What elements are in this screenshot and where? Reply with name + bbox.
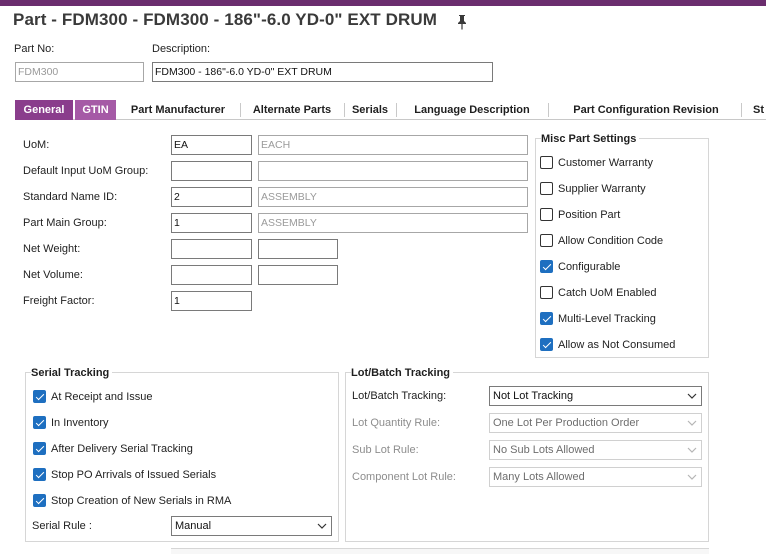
net-weight-field[interactable] <box>171 239 252 259</box>
supplier-warranty-checkbox[interactable] <box>540 182 553 195</box>
net-weight-unit-field[interactable] <box>258 239 338 259</box>
window-top-bar <box>0 0 766 6</box>
allow-as-not-consumed-checkbox[interactable] <box>540 338 553 351</box>
catch-uom-enabled-checkbox[interactable] <box>540 286 553 299</box>
page-title: Part - FDM300 - FDM300 - 186"-6.0 YD-0" … <box>13 10 437 29</box>
misc-part-settings-title: Misc Part Settings <box>541 133 640 145</box>
description-field[interactable]: FDM300 - 186"-6.0 YD-0" EXT DRUM <box>152 62 493 82</box>
serial-tracking-title: Serial Tracking <box>31 367 113 379</box>
in-inventory-checkbox[interactable] <box>33 416 46 429</box>
tab-language-description[interactable]: Language Description <box>399 100 545 120</box>
tab-part-manufacturer[interactable]: Part Manufacturer <box>119 100 237 120</box>
part-main-group-description: ASSEMBLY <box>258 213 528 233</box>
tab-separator <box>344 103 345 117</box>
part-no-label: Part No: <box>14 43 55 55</box>
allow-condition-code-label: Allow Condition Code <box>558 235 664 247</box>
uom-label: UoM: <box>23 139 50 151</box>
multi-level-tracking-label: Multi-Level Tracking <box>558 313 656 325</box>
customer-warranty-checkbox[interactable] <box>540 156 553 169</box>
tab-gtin[interactable]: GTIN <box>75 100 116 120</box>
sub-lot-rule-value: No Sub Lots Allowed <box>493 444 595 456</box>
multi-level-tracking-checkbox[interactable] <box>540 312 553 325</box>
tab-separator <box>548 103 549 117</box>
default-input-uom-group-description <box>258 161 528 181</box>
chevron-down-icon <box>687 474 697 480</box>
after-delivery-serial-tracking-checkbox[interactable] <box>33 442 46 455</box>
freight-factor-field[interactable]: 1 <box>171 291 252 311</box>
standard-name-description: ASSEMBLY <box>258 187 528 207</box>
part-main-group-field[interactable]: 1 <box>171 213 252 233</box>
configurable-label: Configurable <box>558 261 621 273</box>
standard-name-id-field[interactable]: 2 <box>171 187 252 207</box>
tab-st[interactable]: St <box>753 100 766 120</box>
position-part-label: Position Part <box>558 209 621 221</box>
part-no-field[interactable]: FDM300 <box>15 62 144 82</box>
net-volume-unit-field[interactable] <box>258 265 338 285</box>
default-input-uom-group-label: Default Input UoM Group: <box>23 165 149 177</box>
lot-batch-tracking-label: Lot/Batch Tracking: <box>352 390 447 402</box>
sub-lot-rule-select[interactable]: No Sub Lots Allowed <box>489 440 702 460</box>
uom-description-field: EACH <box>258 135 528 155</box>
catch-uom-enabled-label: Catch UoM Enabled <box>558 287 657 299</box>
freight-factor-label: Freight Factor: <box>23 295 95 307</box>
sub-lot-rule-label: Sub Lot Rule: <box>352 444 419 456</box>
lot-batch-tracking-value: Not Lot Tracking <box>493 390 574 402</box>
default-input-uom-group-field[interactable] <box>171 161 252 181</box>
component-lot-rule-value: Many Lots Allowed <box>493 471 585 483</box>
serial-rule-select[interactable]: Manual <box>171 516 332 536</box>
allow-as-not-consumed-label: Allow as Not Consumed <box>558 339 676 351</box>
chevron-down-icon <box>317 523 327 529</box>
chevron-down-icon <box>687 447 697 453</box>
tab-separator <box>741 103 742 117</box>
standard-name-id-label: Standard Name ID: <box>23 191 118 203</box>
lot-quantity-rule-label: Lot Quantity Rule: <box>352 417 441 429</box>
chevron-down-icon <box>687 420 697 426</box>
tab-separator <box>240 103 241 117</box>
after-delivery-serial-tracking-label: After Delivery Serial Tracking <box>51 443 193 455</box>
configurable-checkbox[interactable] <box>540 260 553 273</box>
stop-creation-new-serials-checkbox[interactable] <box>33 494 46 507</box>
tab-part-configuration-revision[interactable]: Part Configuration Revision <box>551 100 741 120</box>
part-main-group-label: Part Main Group: <box>23 217 107 229</box>
tab-alternate-parts[interactable]: Alternate Parts <box>243 100 341 120</box>
tab-bar: General GTIN Part Manufacturer Alternate… <box>15 100 766 120</box>
next-section-edge <box>171 548 709 554</box>
net-weight-label: Net Weight: <box>23 243 81 255</box>
lot-batch-tracking-title: Lot/Batch Tracking <box>351 367 454 379</box>
tab-separator <box>396 103 397 117</box>
stop-po-arrivals-label: Stop PO Arrivals of Issued Serials <box>51 469 217 481</box>
tab-general[interactable]: General <box>15 100 73 120</box>
component-lot-rule-select[interactable]: Many Lots Allowed <box>489 467 702 487</box>
misc-part-settings-group <box>535 138 709 358</box>
customer-warranty-label: Customer Warranty <box>558 157 653 169</box>
at-receipt-and-issue-checkbox[interactable] <box>33 390 46 403</box>
supplier-warranty-label: Supplier Warranty <box>558 183 646 195</box>
net-volume-field[interactable] <box>171 265 252 285</box>
serial-rule-value: Manual <box>175 520 212 532</box>
description-label: Description: <box>152 43 211 55</box>
lot-quantity-rule-select[interactable]: One Lot Per Production Order <box>489 413 702 433</box>
stop-creation-new-serials-label: Stop Creation of New Serials in RMA <box>51 495 232 507</box>
component-lot-rule-label: Component Lot Rule: <box>352 471 456 483</box>
net-volume-label: Net Volume: <box>23 269 83 281</box>
serial-rule-label: Serial Rule : <box>32 520 92 532</box>
stop-po-arrivals-checkbox[interactable] <box>33 468 46 481</box>
allow-condition-code-checkbox[interactable] <box>540 234 553 247</box>
lot-quantity-rule-value: One Lot Per Production Order <box>493 417 640 429</box>
at-receipt-and-issue-label: At Receipt and Issue <box>51 391 153 403</box>
chevron-down-icon <box>687 393 697 399</box>
uom-code-field[interactable]: EA <box>171 135 252 155</box>
position-part-checkbox[interactable] <box>540 208 553 221</box>
in-inventory-label: In Inventory <box>51 417 109 429</box>
tab-serials[interactable]: Serials <box>347 100 393 120</box>
pin-icon[interactable] <box>455 14 469 30</box>
lot-batch-tracking-select[interactable]: Not Lot Tracking <box>489 386 702 406</box>
